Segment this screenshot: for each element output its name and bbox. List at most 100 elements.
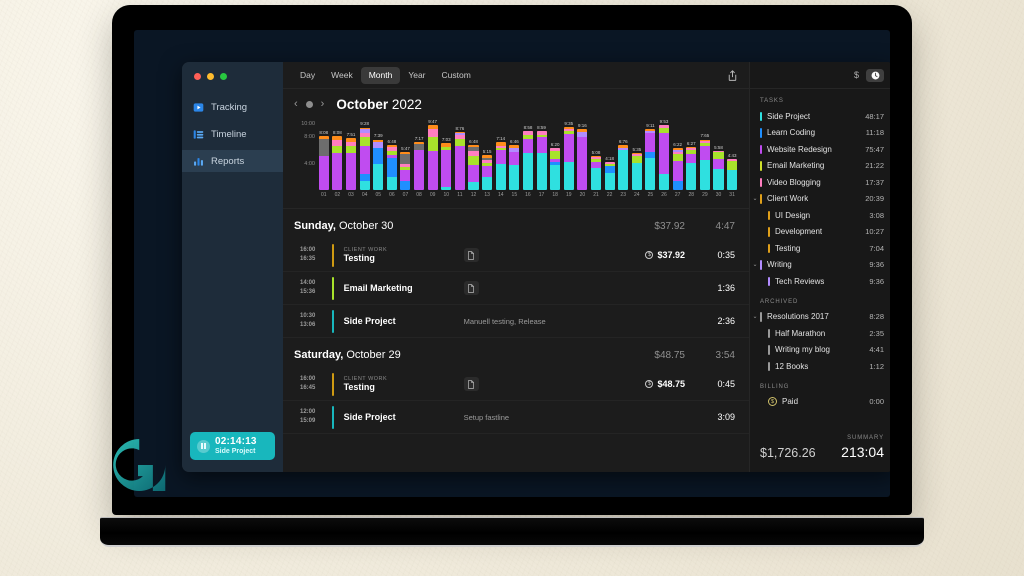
chart-bar-column[interactable]: 5:08	[589, 150, 603, 190]
chevron-left-icon[interactable]: ‹	[294, 99, 298, 110]
chart-bar-column[interactable]: 9:11	[644, 123, 658, 190]
chart-bar-column[interactable]: 5:35	[630, 147, 644, 190]
share-icon[interactable]	[726, 69, 739, 82]
tab-year[interactable]: Year	[400, 67, 433, 84]
chevron-right-icon[interactable]: ›	[321, 99, 325, 110]
chart-bar-column[interactable]: 6:20	[548, 142, 562, 190]
chart-bar-column[interactable]: 4:43	[725, 153, 739, 190]
sidebar-item-reports[interactable]: Reports	[182, 150, 283, 172]
time-entry-row[interactable]: 10:30 13:06 Side Project Manuell testing, R…	[283, 305, 749, 338]
entry-start-time: 14:00	[300, 280, 316, 286]
chevron-down-icon[interactable]: ⌄	[750, 313, 760, 320]
chart-bar-column[interactable]: 8:08	[317, 130, 331, 190]
chart-bar-column[interactable]: 7:03	[439, 137, 453, 190]
chart-bar-column[interactable]: 9:35	[562, 121, 576, 190]
chart-bar-column[interactable]: 8:76	[453, 126, 467, 190]
chart-bar-column[interactable]: 7:17	[412, 136, 426, 190]
task-row[interactable]: Video Blogging 17:37	[750, 174, 890, 191]
document-icon[interactable]	[463, 281, 479, 295]
laptop-base	[100, 517, 924, 547]
chart-bar-column[interactable]: 9:28	[358, 121, 372, 190]
bar-segment	[414, 149, 425, 190]
task-row[interactable]: Development 10:27	[750, 224, 890, 241]
task-row[interactable]: ⌄ Writing 9:36	[750, 257, 890, 274]
archived-row[interactable]: Half Marathon 2:35	[750, 325, 890, 342]
task-row[interactable]: Email Marketing 21:22	[750, 158, 890, 175]
archived-row[interactable]: ⌄ Resolutions 2017 8:28	[750, 309, 890, 326]
archived-row[interactable]: Writing my blog 4:41	[750, 342, 890, 359]
time-entry-row[interactable]: 12:00 15:09 Side Project Setup fastline 3:09	[283, 401, 749, 434]
entry-end-time: 13:06	[300, 322, 316, 328]
chart-bar-column[interactable]: 9:47	[426, 119, 440, 190]
stacked-bar	[386, 145, 397, 190]
pause-icon[interactable]	[197, 439, 210, 453]
today-dot-icon[interactable]	[305, 101, 313, 108]
x-tick-label: 27	[674, 192, 681, 198]
tab-week[interactable]: Week	[323, 67, 361, 84]
tab-month[interactable]: Month	[360, 66, 401, 84]
chart-bar-column[interactable]: 8:58	[521, 125, 535, 190]
chevron-down-icon[interactable]: ⌄	[750, 195, 760, 202]
chart-bar-column[interactable]: 5:15	[480, 149, 494, 190]
chart-x-axis: 01 02 03 04 05 06 07 08 09 10 11 12 13 14 15 16 17 18 19 20…	[317, 192, 739, 198]
billing-list: $ Paid 0:00	[750, 394, 890, 411]
chart-bar-column[interactable]: 9:53	[657, 119, 671, 190]
timer-project: Side Project	[215, 447, 256, 455]
sidebar-nav: Tracking Timeline Reports	[182, 96, 283, 177]
chart-bar-column[interactable]: 4:18	[603, 156, 617, 190]
time-entry-row[interactable]: 16:00 16:45 CLIENT WORK Testing $ $48.75 0:45	[283, 368, 749, 401]
bar-value-label: 5:58	[714, 144, 723, 150]
chevron-down-icon[interactable]: ⌄	[750, 261, 760, 268]
chart-bar-column[interactable]: 7:65	[698, 133, 712, 190]
chart-bar-column[interactable]: 7:51	[344, 132, 358, 190]
chart-bar-column[interactable]: 5:58	[712, 145, 726, 190]
chart-bar-column[interactable]: 8:59	[535, 125, 549, 190]
archived-duration: 1:12	[869, 361, 884, 371]
chart-bar-column[interactable]: 6:22	[671, 142, 685, 190]
entry-times: 14:00 15:36	[300, 279, 330, 297]
minimize-button[interactable]	[207, 73, 214, 80]
task-row[interactable]: Website Redesign 75:47	[750, 141, 890, 158]
document-icon[interactable]	[463, 248, 479, 262]
bar-value-label: 9:16	[578, 122, 587, 128]
billable-icon: $	[645, 380, 654, 388]
running-timer-widget[interactable]: 02:14:13 Side Project	[190, 432, 275, 460]
chart-bar-column[interactable]: 7:39	[371, 133, 385, 190]
task-row[interactable]: UI Design 3:08	[750, 207, 890, 224]
tab-custom[interactable]: Custom	[434, 67, 479, 84]
bar-segment	[727, 169, 738, 190]
task-row[interactable]: Testing 7:04	[750, 240, 890, 257]
close-button[interactable]	[194, 73, 201, 80]
archived-row[interactable]: 12 Books 1:12	[750, 358, 890, 375]
app-window: Tracking Timeline Reports 02:14:13 Side …	[182, 62, 890, 472]
time-entry-row[interactable]: 14:00 15:36 Email Marketing 1:36	[283, 272, 749, 305]
chart-bar-column[interactable]: 6:76	[616, 139, 630, 190]
bar-segment	[686, 153, 697, 163]
task-row[interactable]: Tech Reviews 9:36	[750, 273, 890, 290]
bar-segment	[359, 180, 370, 190]
task-row[interactable]: ⌄ Client Work 20:39	[750, 191, 890, 208]
time-entry-row[interactable]: 16:00 16:35 CLIENT WORK Testing $ $37.92 0:35	[283, 239, 749, 272]
currency-toggle[interactable]: $	[854, 70, 859, 80]
clock-toggle-button[interactable]	[866, 68, 884, 82]
sidebar-item-tracking[interactable]: Tracking	[182, 96, 283, 118]
sidebar-item-timeline[interactable]: Timeline	[182, 123, 283, 145]
chart-bar-column[interactable]: 6:48	[467, 139, 481, 190]
task-row[interactable]: Learn Coding 11:18	[750, 125, 890, 142]
task-row[interactable]: Side Project 48:17	[750, 108, 890, 125]
tab-day[interactable]: Day	[292, 67, 323, 84]
summary-values: $1,726.26 213:04	[760, 444, 884, 460]
maximize-button[interactable]	[220, 73, 227, 80]
chart-bar-column[interactable]: 6:48	[385, 139, 399, 190]
chart-bar-column[interactable]: 7:14	[494, 136, 508, 190]
chart-bar-column[interactable]: 6:27	[684, 141, 698, 190]
chart-bar-column[interactable]: 6:46	[508, 139, 522, 190]
chart-bar-column[interactable]: 9:16	[576, 123, 590, 190]
chart-bar-column[interactable]: 5:47	[399, 146, 413, 190]
billing-row[interactable]: $ Paid 0:00	[750, 394, 890, 411]
document-icon[interactable]	[463, 377, 479, 391]
chart-bar-column[interactable]: 8:08	[331, 130, 345, 190]
year-label: 2022	[391, 97, 422, 112]
task-color-swatch	[768, 276, 770, 286]
bar-segment	[359, 146, 370, 175]
